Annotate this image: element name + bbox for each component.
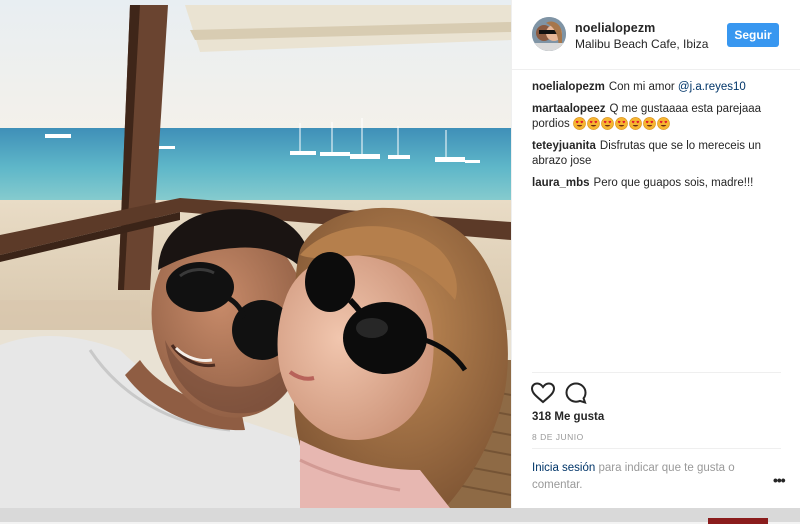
- comment-item: teteyjuanita Disfrutas que se lo mereceis…: [532, 139, 784, 169]
- comment-text: Pero que guapos sois, madre!!!: [593, 177, 754, 189]
- more-options-icon[interactable]: •••: [773, 473, 786, 487]
- post-header: noelialopezm Malibu Beach Cafe, Ibiza Se…: [512, 0, 800, 70]
- emoji-row: [573, 117, 670, 130]
- login-prompt: Inicia sesión para indicar que te gusta …: [532, 448, 786, 498]
- comment-text: Con mi amor: [608, 81, 678, 93]
- comment-username[interactable]: laura_mbs: [532, 177, 590, 189]
- comment-item: noelialopezm Con mi amor @j.a.reyes10: [532, 80, 784, 95]
- bottom-banner: [0, 508, 800, 524]
- comments-list: noelialopezm Con mi amor @j.a.reyes10 mar…: [532, 80, 784, 198]
- heart-eyes-emoji: [657, 117, 670, 130]
- login-text: Inicia sesión para indicar que te gusta …: [532, 460, 762, 494]
- comment-item: laura_mbs Pero que guapos sois, madre!!!: [532, 176, 784, 191]
- follow-button[interactable]: Seguir: [727, 23, 779, 47]
- post-actions: 318 Me gusta 8 DE JUNIO: [530, 372, 781, 442]
- heart-eyes-emoji: [573, 117, 586, 130]
- heart-icon[interactable]: [530, 381, 556, 405]
- comment-icon[interactable]: [564, 381, 588, 405]
- header-username[interactable]: noelialopezm: [575, 21, 655, 35]
- comment-username[interactable]: teteyjuanita: [532, 140, 596, 152]
- avatar[interactable]: [532, 17, 566, 51]
- heart-eyes-emoji: [643, 117, 656, 130]
- login-link[interactable]: Inicia sesión: [532, 462, 595, 474]
- banner-button[interactable]: [708, 518, 768, 524]
- comment-username[interactable]: noelialopezm: [532, 81, 605, 93]
- comment-username[interactable]: martaalopeez: [532, 103, 606, 115]
- heart-eyes-emoji: [601, 117, 614, 130]
- post-date: 8 DE JUNIO: [532, 432, 584, 442]
- comment-item: martaalopeez Q me gustaaaa esta parejaaa …: [532, 102, 784, 132]
- header-location[interactable]: Malibu Beach Cafe, Ibiza: [575, 37, 708, 51]
- photo-illustration: [0, 0, 511, 508]
- post-photo[interactable]: [0, 0, 511, 508]
- comment-mention[interactable]: @j.a.reyes10: [678, 81, 746, 93]
- post-side-panel: noelialopezm Malibu Beach Cafe, Ibiza Se…: [511, 0, 800, 508]
- likes-count[interactable]: 318 Me gusta: [532, 411, 604, 423]
- heart-eyes-emoji: [615, 117, 628, 130]
- avatar-image: [532, 17, 566, 51]
- post-container: noelialopezm Malibu Beach Cafe, Ibiza Se…: [0, 0, 800, 508]
- heart-eyes-emoji: [629, 117, 642, 130]
- heart-eyes-emoji: [587, 117, 600, 130]
